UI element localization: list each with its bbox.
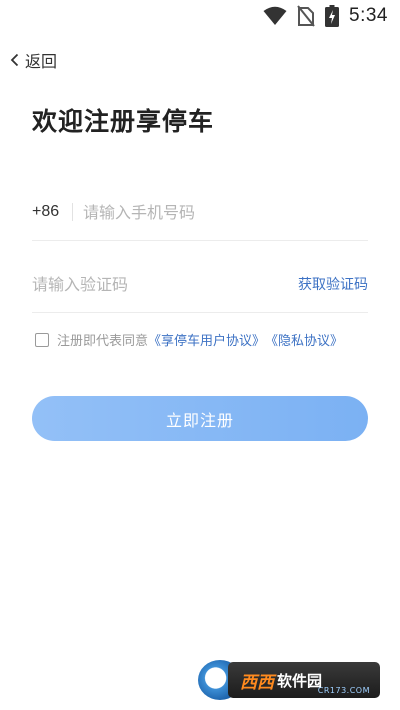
watermark-logo: 西西 软件园 CR173.COM [198, 656, 384, 704]
phone-input[interactable] [83, 202, 368, 222]
battery-charging-icon [325, 5, 340, 27]
chevron-left-icon [10, 53, 20, 67]
back-label: 返回 [25, 52, 58, 71]
watermark-box: 西西 软件园 CR173.COM [228, 662, 380, 698]
wifi-icon [263, 6, 287, 26]
status-bar: 5:34 [0, 0, 400, 36]
watermark-sub-text: 软件园 [277, 671, 323, 690]
agreement-text: 注册即代表同意 [57, 334, 149, 349]
status-icons: 5:34 [263, 5, 388, 27]
watermark-url: CR173.COM [317, 686, 370, 695]
divider [72, 203, 73, 221]
get-code-button[interactable]: 获取验证码 [298, 274, 368, 294]
code-row: 获取验证码 [32, 256, 368, 313]
privacy-policy-link[interactable]: 《隐私协议》 [265, 330, 343, 349]
register-button[interactable]: 立即注册 [32, 396, 368, 441]
watermark-main-text: 西西 [240, 672, 274, 693]
phone-row: +86 [32, 184, 368, 241]
user-agreement-link[interactable]: 《享停车用户协议》 [148, 330, 265, 349]
page-title: 欢迎注册享停车 [32, 107, 215, 136]
back-button[interactable]: 返回 [10, 48, 57, 72]
verification-code-input[interactable] [32, 274, 298, 294]
status-time: 5:34 [349, 5, 388, 26]
no-sim-icon [297, 5, 315, 27]
agreement-checkbox[interactable] [35, 332, 49, 347]
country-code-prefix[interactable]: +86 [32, 203, 72, 221]
agreement-row: 注册即代表同意 《享停车用户协议》 《隐私协议》 [35, 330, 343, 349]
